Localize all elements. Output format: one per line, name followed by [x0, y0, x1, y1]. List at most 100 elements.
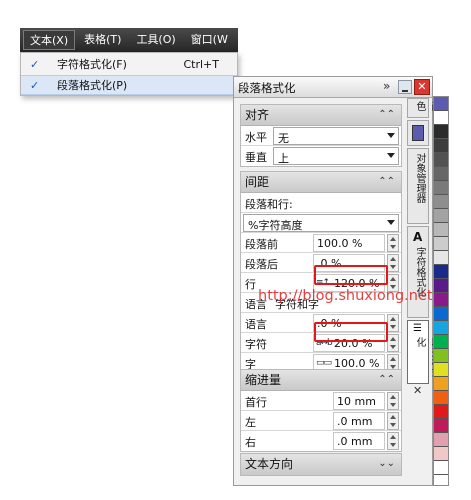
text-direction-header[interactable]: 文本方向 ⌄⌄ — [241, 454, 401, 475]
menu-table[interactable]: 表格(T) — [78, 30, 127, 50]
side-close-icon[interactable]: ✕ — [413, 384, 422, 397]
align-header[interactable]: 对齐 ⌃⌃ — [241, 105, 401, 126]
menu-window[interactable]: 窗口(W — [185, 30, 234, 50]
spacing-unit-select[interactable]: %字符高度 — [243, 214, 399, 232]
left-field[interactable]: .0 mm — [333, 412, 385, 430]
indent-section: 缩进量 ⌃⌃ 首行 10 mm 左 .0 mm 右 .0 mm — [240, 369, 402, 452]
language-spinner[interactable] — [387, 314, 399, 332]
color-swatch[interactable] — [434, 447, 448, 461]
menu-item-char-format[interactable]: ✓ 字符格式化(F) Ctrl+T — [21, 55, 237, 75]
dropdown-arrow-icon — [387, 220, 395, 225]
menu-item-para-format[interactable]: ✓ 段落格式化(P) — [21, 75, 237, 95]
before-spinner[interactable] — [387, 234, 399, 252]
docker-title: 段落格式化 — [238, 81, 296, 95]
color-swatch[interactable] — [434, 405, 448, 419]
text-direction-section: 文本方向 ⌄⌄ — [240, 453, 402, 476]
collapse-icon[interactable]: ⌃⌃ — [378, 172, 395, 192]
collapse-icon[interactable]: ⌃⌃ — [378, 105, 395, 125]
close-button[interactable]: ✕ — [414, 79, 430, 95]
color-swatch[interactable] — [434, 111, 448, 125]
paragraph-format-docker: 段落格式化 » ✕ 对齐 ⌃⌃ 水平 无 垂直 上 间距 ⌃⌃ 段落和行: %字… — [233, 76, 433, 486]
spacing-header[interactable]: 间距 ⌃⌃ — [241, 172, 401, 193]
color-swatch[interactable] — [434, 265, 448, 279]
vertical-select[interactable]: 上 — [273, 147, 399, 165]
color-swatch[interactable] — [434, 153, 448, 167]
collapse-icon[interactable]: ⌃⌃ — [378, 370, 395, 390]
color-swatch[interactable] — [434, 335, 448, 349]
expand-icon[interactable]: ⌄⌄ — [378, 454, 395, 474]
align-section: 对齐 ⌃⌃ 水平 无 垂直 上 — [240, 104, 402, 167]
color-swatch[interactable] — [434, 237, 448, 251]
menu-text[interactable]: 文本(X) — [23, 30, 76, 50]
first-line-value: 10 mm — [337, 395, 376, 408]
spacing-unit-value: %字符高度 — [248, 219, 303, 232]
color-swatch[interactable] — [434, 139, 448, 153]
line-label: 行 — [245, 278, 256, 291]
tab-label: 对象管理器 — [414, 153, 425, 203]
color-swatch[interactable] — [434, 321, 448, 335]
tab-color[interactable]: 颜色 — [407, 98, 440, 118]
menu-tools[interactable]: 工具(O) — [130, 30, 181, 50]
before-field[interactable]: 100.0 % — [313, 234, 385, 252]
color-swatch[interactable] — [434, 125, 448, 139]
tab-object-manager[interactable]: 对象管理器 — [407, 148, 429, 224]
color-swatch[interactable] — [434, 167, 448, 181]
watermark-text: http://blog.shuxiong.net — [258, 288, 433, 304]
para-format-icon: ☰ — [413, 323, 422, 334]
color-swatch[interactable] — [434, 181, 448, 195]
right-value: .0 mm — [337, 435, 373, 448]
text-menu-dropdown: ✓ 字符格式化(F) Ctrl+T ✓ 段落格式化(P) — [20, 52, 238, 96]
before-value: 100.0 % — [317, 237, 363, 250]
char-label: 字符 — [245, 338, 267, 351]
after-label: 段落后 — [245, 258, 278, 271]
char-spinner[interactable] — [387, 334, 399, 352]
check-icon: ✓ — [30, 58, 40, 71]
vertical-label: 垂直 — [245, 151, 267, 164]
color-swatch[interactable] — [434, 209, 448, 223]
left-value: .0 mm — [337, 415, 373, 428]
expand-chevron-icon[interactable]: » — [383, 79, 390, 93]
left-spinner[interactable] — [387, 412, 399, 430]
color-swatch[interactable] — [434, 251, 448, 265]
color-swatch[interactable] — [434, 363, 448, 377]
indent-title: 缩进量 — [245, 373, 282, 387]
color-swatch[interactable] — [434, 223, 448, 237]
color-swatch[interactable] — [434, 279, 448, 293]
after-spinner[interactable] — [387, 254, 399, 272]
right-field[interactable]: .0 mm — [333, 432, 385, 450]
text-direction-title: 文本方向 — [245, 457, 294, 471]
para-line-label: 段落和行: — [245, 198, 293, 211]
menu-item-label: 字符格式化(F) — [57, 58, 127, 71]
color-swatch[interactable] — [434, 391, 448, 405]
color-swatch[interactable] — [434, 433, 448, 447]
menu-item-shortcut: Ctrl+T — [183, 58, 219, 71]
color-swatch[interactable] — [434, 307, 448, 321]
horizontal-label: 水平 — [245, 131, 267, 144]
minimize-button[interactable] — [398, 80, 412, 94]
before-label: 段落前 — [245, 238, 278, 251]
color-swatch[interactable] — [434, 419, 448, 433]
first-line-spinner[interactable] — [387, 392, 399, 410]
menu-bar: 文本(X) 表格(T) 工具(O) 窗口(W — [20, 28, 238, 52]
docker-titlebar: 段落格式化 » ✕ — [234, 77, 432, 98]
color-swatch[interactable] — [434, 97, 448, 111]
color-palette — [433, 96, 449, 486]
color-swatch[interactable] — [434, 461, 448, 475]
tab-char-format[interactable]: A 字符格式化 — [407, 226, 429, 318]
color-swatch[interactable] — [434, 195, 448, 209]
check-icon: ✓ — [30, 79, 40, 92]
spacing-title: 间距 — [245, 175, 270, 189]
docker-tabs: 颜色 对象管理器 A 字符格式化 ☰ 段落格式化 ✕ — [405, 98, 440, 398]
color-swatch[interactable] — [434, 349, 448, 363]
horizontal-value: 无 — [278, 132, 289, 145]
right-spinner[interactable] — [387, 432, 399, 450]
language-label: 语言 — [245, 318, 267, 331]
color-swatch-icon — [412, 125, 424, 141]
horizontal-select[interactable]: 无 — [273, 127, 399, 145]
first-line-field[interactable]: 10 mm — [333, 392, 385, 410]
indent-header[interactable]: 缩进量 ⌃⌃ — [241, 370, 401, 391]
tab-color-swatch[interactable] — [407, 120, 429, 146]
color-swatch[interactable] — [434, 377, 448, 391]
color-swatch[interactable] — [434, 293, 448, 307]
tab-para-format[interactable]: ☰ 段落格式化 — [407, 320, 440, 384]
